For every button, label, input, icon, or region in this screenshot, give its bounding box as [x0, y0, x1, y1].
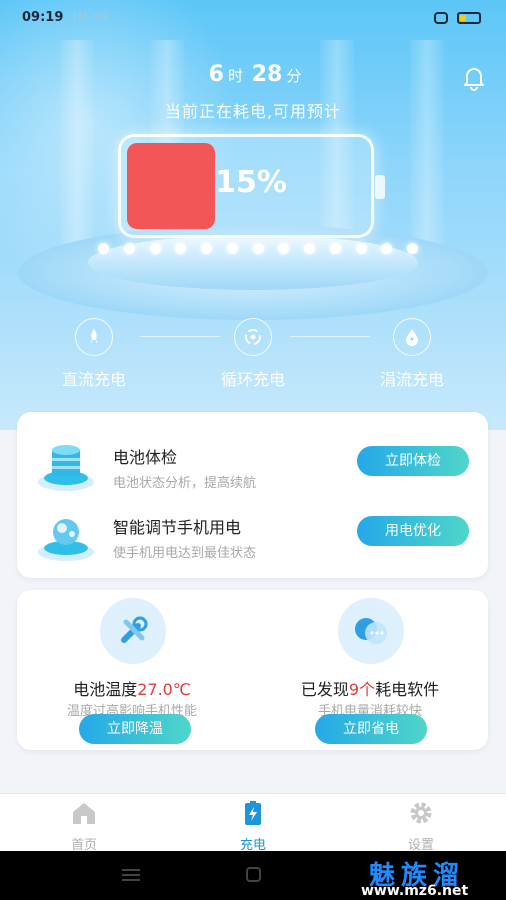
watermark: 魅族溜 www.mz6.net	[355, 853, 505, 899]
power-apps-count: 9个	[348, 680, 376, 699]
mode-label: 循环充电	[220, 370, 285, 389]
temperature-panel: 电池温度27.0℃ 温度过高影响手机性能 立即降温	[17, 590, 247, 750]
remaining-hours: 6	[208, 62, 224, 87]
optimize-power-button[interactable]: 用电优化	[357, 516, 469, 546]
signal-icon: ııl ııl	[73, 9, 109, 23]
battery-graphic: 15%	[118, 134, 385, 238]
gear-icon	[410, 802, 432, 824]
mode-label: 涓流充电	[379, 370, 444, 389]
battery-stack-icon	[38, 445, 94, 491]
home-icon	[73, 803, 95, 824]
power-apps-panel: 已发现9个耗电软件 手机电量消耗较快 立即省电	[255, 590, 485, 750]
rocket-icon	[75, 318, 113, 356]
mode-direct-charge[interactable]: 直流充电	[34, 318, 154, 390]
tool-row-battery-check: 电池体检 电池状态分析，提高续航 立即体检	[17, 432, 488, 502]
watermark-url: www.mz6.net	[361, 883, 469, 899]
bubble-icon	[338, 598, 404, 664]
stats-card: 电池温度27.0℃ 温度过高影响手机性能 立即降温 已发现9个耗电软件 手机电量…	[17, 590, 488, 750]
charging-hero: 09:19 ııl ııl 6时 28 分 当前正在耗电,可用预计 15% 直流充…	[0, 0, 506, 430]
tab-settings[interactable]: 设置	[381, 800, 461, 853]
wrench-icon	[100, 598, 166, 664]
status-battery-icon	[457, 12, 481, 24]
save-power-button[interactable]: 立即省电	[315, 714, 427, 744]
bell-icon[interactable]	[461, 65, 487, 91]
temperature-value: 27.0℃	[137, 680, 191, 699]
vibrate-icon	[434, 12, 448, 24]
cool-down-button[interactable]: 立即降温	[79, 714, 191, 744]
remaining-minutes: 28	[251, 62, 283, 87]
status-bar: 09:19 ııl ııl	[0, 0, 506, 38]
tool-desc: 电池状态分析，提高续航	[113, 476, 257, 491]
tab-home[interactable]: 首页	[44, 800, 124, 853]
status-time: 09:19	[22, 10, 64, 25]
mode-trickle-charge[interactable]: 涓流充电	[352, 318, 472, 390]
tool-desc: 使手机用电达到最佳状态	[113, 546, 257, 561]
mode-cycle-charge[interactable]: 循环充电	[193, 318, 313, 390]
drop-icon	[393, 318, 431, 356]
cycle-icon	[234, 318, 272, 356]
temperature-title: 电池温度27.0℃	[73, 680, 191, 699]
mode-label: 直流充电	[61, 370, 126, 389]
battery-tip	[375, 175, 385, 199]
menu-icon[interactable]	[122, 869, 140, 881]
bottom-tab-bar: 首页 充电 设置	[0, 793, 506, 853]
charge-modes: 直流充电 循环充电 涓流充电	[0, 318, 506, 398]
charge-icon	[245, 801, 261, 825]
remaining-time: 6时 28 分	[0, 62, 506, 87]
check-now-button[interactable]: 立即体检	[357, 446, 469, 476]
tab-charge[interactable]: 充电	[213, 800, 293, 853]
power-apps-title: 已发现9个耗电软件	[300, 680, 440, 699]
usage-subtitle: 当前正在耗电,可用预计	[164, 102, 342, 121]
home-square-icon[interactable]	[246, 867, 261, 882]
tool-title: 智能调节手机用电	[113, 518, 242, 537]
tools-card: 电池体检 电池状态分析，提高续航 立即体检 智能调节手机用电 使手机用电达到最佳…	[17, 412, 488, 578]
tool-row-smart-power: 智能调节手机用电 使手机用电达到最佳状态 用电优化	[17, 502, 488, 572]
battery-platform	[18, 225, 488, 320]
tool-title: 电池体检	[113, 448, 178, 467]
smart-orb-icon	[38, 519, 94, 561]
minutes-unit: 分	[286, 67, 302, 85]
battery-percent: 15%	[215, 165, 287, 200]
hours-unit: 时	[227, 67, 243, 85]
